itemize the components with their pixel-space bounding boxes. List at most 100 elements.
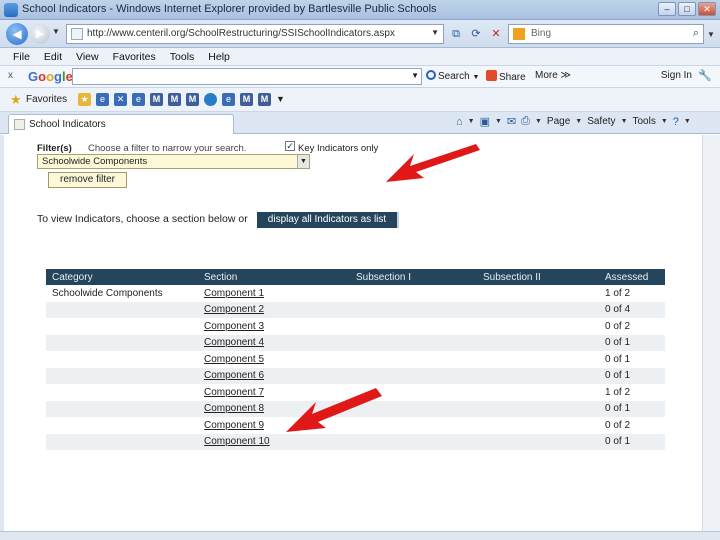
menu-file[interactable]: File — [6, 48, 37, 65]
favorites-star-icon[interactable]: ★ — [10, 92, 22, 108]
favorite-link-icon[interactable]: e — [96, 93, 109, 106]
chevron-down-icon[interactable]: ▼ — [535, 118, 542, 125]
favorite-link-icon[interactable]: M — [258, 93, 271, 106]
favorite-link-icon[interactable]: M — [240, 93, 253, 106]
search-placeholder: Bing — [531, 28, 552, 39]
category-cell — [46, 433, 198, 450]
chevron-down-icon[interactable]: ▼ — [684, 118, 691, 125]
menu-tools[interactable]: Tools — [163, 48, 202, 65]
section-link[interactable]: Component 4 — [198, 334, 350, 351]
back-arrow-icon: ◀ — [12, 27, 22, 41]
view-instructions: To view Indicators, choose a section bel… — [37, 213, 248, 225]
toolbar-close-button[interactable]: x — [8, 70, 13, 81]
compatibility-view-icon[interactable]: ⧉ — [448, 26, 464, 42]
table-row: Component 4 0 of 1 — [46, 334, 665, 351]
filter-selected-value: Schoolwide Components — [42, 156, 148, 167]
table-row: Component 3 0 of 2 — [46, 318, 665, 335]
table-row: Component 6 0 of 1 — [46, 367, 665, 384]
table-header-row: Category Section Subsection I Subsection… — [46, 269, 665, 285]
display-all-indicators-button[interactable]: display all Indicators as list — [257, 212, 399, 228]
favorite-link-icon[interactable]: ✕ — [114, 93, 127, 106]
chevron-down-icon[interactable]: ▼ — [621, 118, 628, 125]
tab-school-indicators[interactable]: School Indicators — [8, 114, 234, 134]
page-menu[interactable]: Page — [547, 116, 570, 127]
column-header-section: Section — [198, 269, 350, 285]
menu-edit[interactable]: Edit — [37, 48, 69, 65]
back-button[interactable]: ◀ — [6, 23, 28, 45]
url-dropdown-icon[interactable]: ▼ — [431, 28, 439, 37]
chevron-down-icon[interactable]: ▼ — [276, 93, 285, 106]
category-cell — [46, 367, 198, 384]
tools-menu[interactable]: Tools — [633, 116, 656, 127]
favorites-button[interactable]: Favorites — [26, 94, 67, 105]
url-field[interactable]: http://www.centeril.org/SchoolRestructur… — [66, 24, 444, 44]
recent-pages-dropdown[interactable]: ▼ — [52, 27, 60, 36]
subsection-1-cell — [350, 285, 477, 302]
bing-icon — [513, 28, 525, 40]
chevron-down-icon[interactable]: ▼ — [495, 118, 502, 125]
subsection-2-cell — [477, 400, 599, 417]
google-search-input[interactable]: ▼ — [72, 68, 422, 85]
chevron-down-icon[interactable]: ▼ — [575, 118, 582, 125]
close-button[interactable]: ✕ — [698, 2, 716, 16]
subsection-2-cell — [477, 384, 599, 401]
favorite-link-icon[interactable]: M — [186, 93, 199, 106]
chevron-down-icon[interactable]: ▼ — [661, 118, 668, 125]
forward-button[interactable]: ▶ — [30, 24, 50, 44]
window-title: School Indicators - Windows Internet Exp… — [22, 3, 437, 15]
remove-filter-button[interactable]: remove filter — [48, 172, 127, 188]
mail-icon[interactable]: ✉ — [507, 115, 516, 128]
search-field[interactable]: Bing ⌕ — [508, 24, 704, 44]
google-search-label: Search — [438, 71, 470, 82]
maximize-button[interactable]: □ — [678, 2, 696, 16]
add-favorite-icon[interactable]: ★ — [78, 93, 91, 106]
assessed-cell: 0 of 2 — [605, 419, 631, 431]
annotation-arrow-icon — [286, 388, 382, 432]
print-icon[interactable]: ⎙ — [521, 115, 530, 128]
section-link[interactable]: Component 1 — [198, 285, 350, 302]
tab-row: School Indicators ⌂ ▼ ▣ ▼ ✉ ⎙ ▼ Page ▼ Safet… — [0, 112, 720, 134]
key-indicators-checkbox[interactable]: ✓ — [285, 141, 295, 151]
section-link[interactable]: Component 6 — [198, 367, 350, 384]
minimize-button[interactable]: – — [658, 2, 676, 16]
section-link[interactable]: Component 2 — [198, 301, 350, 318]
filter-label: Filter(s) — [37, 143, 72, 154]
annotation-arrow-icon — [386, 144, 480, 182]
wrench-icon[interactable]: 🔧 — [698, 69, 712, 82]
section-link[interactable]: Component 5 — [198, 351, 350, 368]
tab-label: School Indicators — [29, 119, 106, 130]
menu-favorites[interactable]: Favorites — [106, 48, 163, 65]
column-header-subsection-1: Subsection I — [350, 269, 477, 285]
favorite-link-icon[interactable]: M — [168, 93, 181, 106]
google-search-button[interactable]: Search ▼ — [426, 70, 479, 82]
google-more-button[interactable]: More ≫ — [535, 70, 571, 81]
favorite-link-icon[interactable]: e — [222, 93, 235, 106]
vertical-scrollbar[interactable] — [702, 135, 720, 540]
menu-help[interactable]: Help — [201, 48, 237, 65]
chevron-down-icon[interactable]: ▼ — [297, 155, 309, 168]
google-signin-link[interactable]: Sign In — [661, 70, 692, 81]
feeds-icon[interactable]: ▣ — [480, 115, 490, 128]
google-search-dropdown-icon[interactable]: ▼ — [411, 71, 419, 80]
menu-view[interactable]: View — [69, 48, 106, 65]
tab-page-icon — [14, 119, 25, 130]
refresh-icon[interactable]: ⟳ — [468, 26, 484, 42]
section-link[interactable]: Component 3 — [198, 318, 350, 335]
favorite-link-icon[interactable]: e — [132, 93, 145, 106]
favorite-link-icon[interactable]: M — [150, 93, 163, 106]
globe-icon[interactable] — [204, 93, 217, 106]
help-icon[interactable]: ? — [673, 116, 679, 128]
safety-menu[interactable]: Safety — [587, 116, 615, 127]
search-provider-dropdown[interactable]: ▼ — [707, 30, 715, 39]
home-icon[interactable]: ⌂ — [456, 116, 463, 128]
chevron-down-icon[interactable]: ▼ — [468, 118, 475, 125]
subsection-2-cell — [477, 301, 599, 318]
subsection-2-cell — [477, 334, 599, 351]
assessed-cell: 1 of 2 — [605, 287, 631, 299]
filter-select[interactable]: Schoolwide Components ▼ — [37, 154, 310, 169]
search-icon[interactable]: ⌕ — [693, 27, 699, 40]
category-cell — [46, 334, 198, 351]
page-left-border — [0, 135, 4, 540]
google-share-button[interactable]: Share — [486, 70, 526, 83]
stop-icon[interactable]: ✕ — [488, 26, 504, 42]
